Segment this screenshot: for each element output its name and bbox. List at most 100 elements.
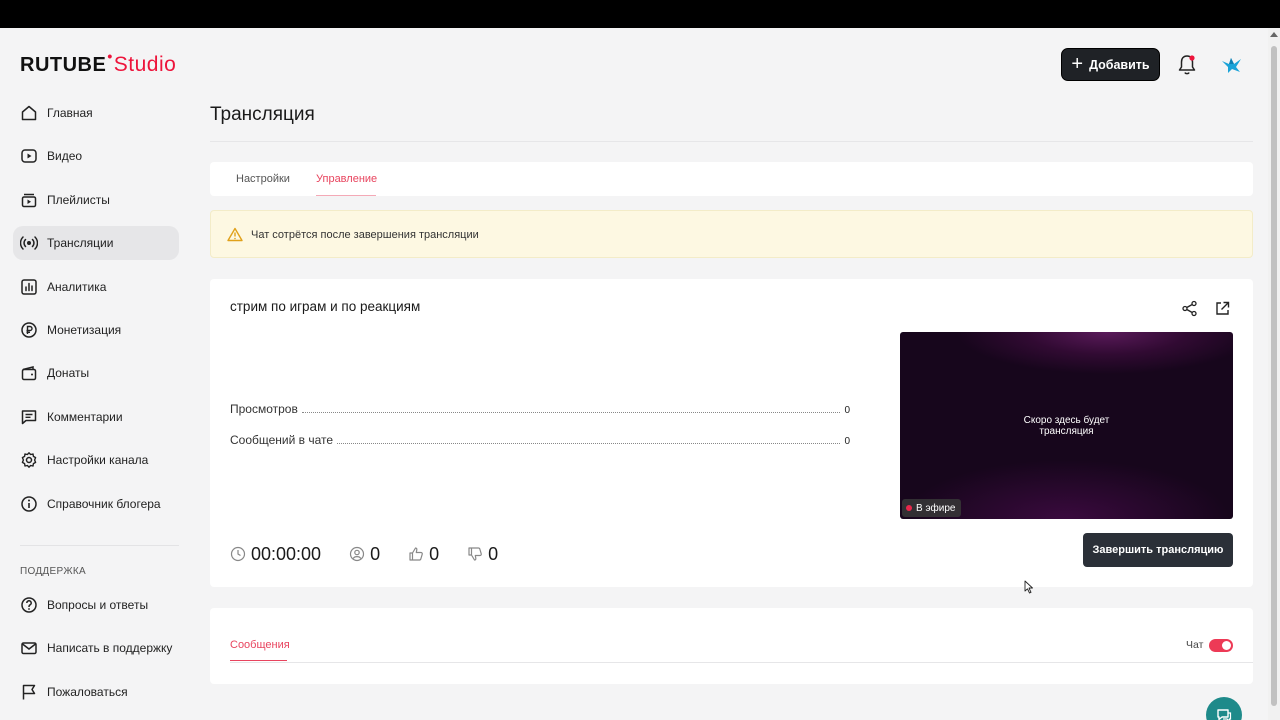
stat-label: Сообщений в чате [230,433,334,447]
sidebar-item-label: Донаты [47,366,90,381]
sidebar-item-broadcasts[interactable]: Трансляции [13,226,179,261]
sidebar-item-monetization[interactable]: Монетизация [13,313,179,347]
sidebar-item-label: Комментарии [47,409,123,424]
sidebar-item-playlists[interactable]: Плейлисты [13,183,179,217]
sidebar-item-contact-support[interactable]: Написать в поддержку [13,631,179,665]
active-tab-underline [316,195,376,196]
logo-sub-text: Studio [113,53,177,76]
likes-value: 0 [429,543,440,564]
duration-value: 00:00:00 [251,543,322,564]
window-top-bar [0,0,1280,28]
flag-icon [22,684,36,700]
metric-duration: 00:00:00 [230,544,321,565]
scrollbar-thumb[interactable] [1271,46,1277,706]
bell-icon[interactable] [1177,54,1197,76]
sidebar-divider [20,545,179,546]
logo-main-text: RUTUBE [20,54,107,76]
support-chat-button[interactable] [1206,697,1242,720]
sidebar-item-label: Настройки канала [47,453,149,468]
sidebar-item-channel-settings[interactable]: Настройки канала [13,443,179,477]
broadcast-icon [20,236,38,250]
sidebar-item-label: Аналитика [47,279,107,294]
plus-icon: + [1071,52,1084,75]
analytics-icon [21,278,37,295]
sidebar-item-label: Вопросы и ответы [47,598,149,612]
end-stream-button[interactable]: Завершить трансляцию [1083,533,1233,567]
sidebar-item-label: Видео [47,149,83,164]
page-scrollbar[interactable] [1268,28,1280,720]
sidebar-item-label: Справочник блогера [47,496,161,511]
sidebar-item-faq[interactable]: Вопросы и ответы [13,588,179,622]
chat-divider [230,662,1253,663]
share-icon[interactable] [1181,300,1198,317]
playlist-icon [21,193,37,208]
sidebar-item-label: Трансляции [47,236,114,251]
sidebar-item-blogger-guide[interactable]: Справочник блогера [13,487,179,521]
chat-bubble-icon [1217,709,1232,720]
tabs-bar: Настройки Управление [210,162,1253,196]
stream-preview[interactable]: Скоро здесь будет трансляция В эфире [900,332,1233,519]
user-icon [349,546,365,562]
stat-value: 0 [844,436,850,447]
sidebar-item-home[interactable]: Главная [13,96,179,130]
logo-dot: • [107,48,113,64]
live-dot-icon [906,505,912,511]
video-icon [21,149,37,164]
rutube-studio-logo[interactable]: RUTUBE • Studio [20,48,177,77]
wallet-icon [21,366,37,381]
support-section-title: ПОДДЕРЖКА [20,566,86,577]
thumbs-down-icon [468,547,482,561]
add-button-label: Добавить [1089,57,1150,72]
warning-text: Чат сотрётся после завершения трансляции [251,229,479,241]
sidebar-item-comments[interactable]: Комментарии [13,400,179,434]
dislikes-value: 0 [488,543,499,564]
sidebar-nav: Главная Видео Плейлисты Трансляции Анали… [13,96,179,530]
sidebar-item-report[interactable]: Пожаловаться [13,675,179,709]
sidebar-item-label: Монетизация [47,322,122,337]
chat-toggle-label: Чат [1186,639,1204,651]
stat-leader-dots [337,443,841,444]
chat-warning-banner: Чат сотрётся после завершения трансляции [210,210,1253,258]
mail-icon [21,642,37,655]
sidebar-item-label: Написать в поддержку [47,641,173,656]
ruble-icon [21,322,37,338]
preview-placeholder-text: Скоро здесь будет трансляция [1023,415,1110,437]
sidebar-item-label: Плейлисты [47,192,110,207]
viewers-value: 0 [370,543,381,564]
stat-views: Просмотров 0 [230,400,850,416]
stat-chat-messages: Сообщений в чате 0 [230,431,850,447]
sidebar-item-donations[interactable]: Донаты [13,356,179,390]
stream-title: стрим по играм и по реакциям [230,299,421,314]
tab-settings[interactable]: Настройки [236,173,290,185]
support-nav: Вопросы и ответы Написать в поддержку По… [13,588,179,718]
chat-panel: Сообщения Чат [210,608,1253,684]
chat-toggle[interactable] [1209,639,1233,652]
active-tab-underline [230,660,287,661]
stat-value: 0 [844,405,850,416]
scroll-up-arrow-icon[interactable] [1270,32,1278,37]
info-icon [21,495,37,512]
metric-viewers: 0 [349,544,380,565]
title-divider [210,141,1253,142]
thumbs-up-icon [409,547,423,561]
stat-leader-dots [301,412,841,413]
tab-management[interactable]: Управление [316,173,377,185]
stream-metrics: 00:00:00 0 0 0 [230,543,526,565]
live-badge-label: В эфире [916,502,956,514]
tab-messages[interactable]: Сообщения [230,639,290,651]
sidebar-item-analytics[interactable]: Аналитика [13,270,179,304]
question-icon [21,597,37,613]
add-button[interactable]: + Добавить [1061,48,1160,81]
metric-likes: 0 [408,544,439,565]
page-title: Трансляция [210,104,315,125]
comment-icon [21,409,37,424]
clock-icon [230,546,246,562]
mouse-cursor-icon [1024,580,1033,594]
sidebar-item-label: Пожаловаться [47,684,128,699]
stream-card: стрим по играм и по реакциям Просмотров … [210,279,1253,587]
stat-label: Просмотров [230,402,298,416]
sidebar-item-video[interactable]: Видео [13,139,179,173]
avatar[interactable] [1219,52,1243,76]
gear-icon [21,452,37,469]
external-link-icon[interactable] [1214,300,1231,317]
